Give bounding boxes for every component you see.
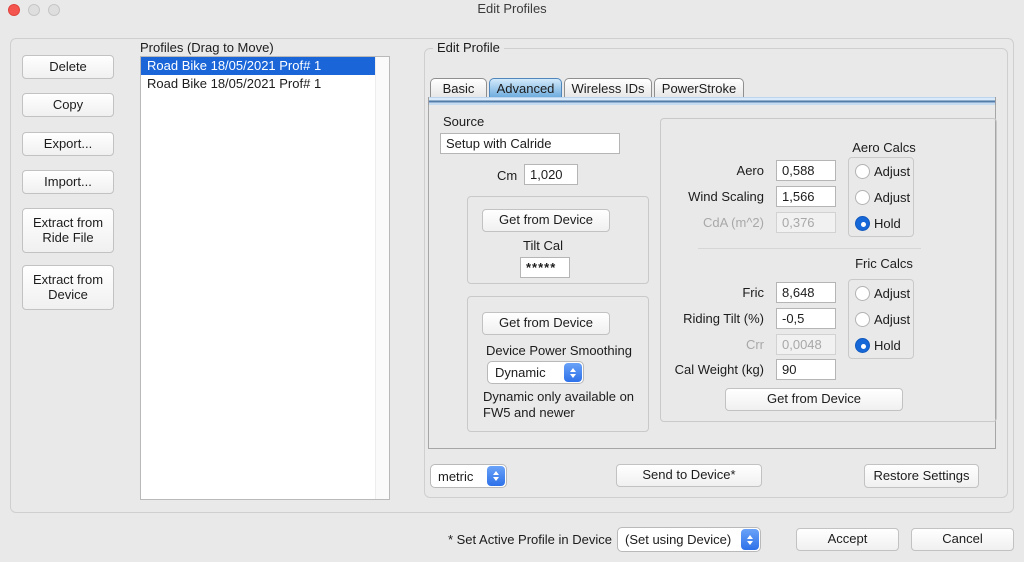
power-smoothing-group: Get from Device Device Power Smoothing D… xyxy=(467,296,649,432)
tilt-cal-label: Tilt Cal xyxy=(523,238,563,253)
cal-weight-label: Cal Weight (kg) xyxy=(674,362,764,377)
tab-wireless-ids[interactable]: Wireless IDs xyxy=(564,78,652,97)
profiles-list[interactable]: Road Bike 18/05/2021 Prof# 1 Road Bike 1… xyxy=(140,56,390,500)
set-active-profile-label: * Set Active Profile in Device xyxy=(447,532,612,547)
aero-hold-radio[interactable]: Hold xyxy=(855,216,901,231)
tab-powerstroke[interactable]: PowerStroke xyxy=(654,78,744,97)
cm-label: Cm xyxy=(497,168,518,183)
zoom-icon[interactable] xyxy=(48,4,60,16)
aero-adjust-radio-1[interactable]: Adjust xyxy=(855,164,910,179)
tab-advanced[interactable]: Advanced xyxy=(489,78,562,97)
power-smoothing-value: Dynamic xyxy=(495,365,546,380)
aero-label: Aero xyxy=(736,163,764,178)
restore-settings-button[interactable]: Restore Settings xyxy=(864,464,979,488)
edit-profile-group-label: Edit Profile xyxy=(433,40,504,55)
get-from-device-button-smoothing[interactable]: Get from Device xyxy=(482,312,610,335)
cda-label: CdA (m^2) xyxy=(702,215,764,230)
wind-scaling-field[interactable]: 1,566 xyxy=(776,186,836,207)
fric-adjust-radio-1[interactable]: Adjust xyxy=(855,286,910,301)
set-active-profile-dropdown[interactable]: (Set using Device) xyxy=(617,527,761,552)
tilt-cal-group: Get from Device Tilt Cal ***** xyxy=(467,196,649,284)
crr-label: Crr xyxy=(745,337,764,352)
radio-icon[interactable] xyxy=(855,164,870,179)
extract-from-ride-file-button[interactable]: Extract from Ride File xyxy=(22,208,114,253)
import-button[interactable]: Import... xyxy=(22,170,114,194)
accept-button[interactable]: Accept xyxy=(796,528,899,551)
profiles-scrollbar[interactable] xyxy=(375,57,389,499)
aero-adjust-radio-2[interactable]: Adjust xyxy=(855,190,910,205)
tab-strip xyxy=(428,97,996,105)
units-dropdown[interactable]: metric xyxy=(430,464,507,488)
send-to-device-button[interactable]: Send to Device* xyxy=(616,464,762,487)
calcs-panel: Aero Calcs Aero 0,588 Wind Scaling 1,566… xyxy=(660,118,997,422)
fric-calcs-title: Fric Calcs xyxy=(855,256,913,271)
cal-weight-field[interactable]: 90 xyxy=(776,359,836,380)
fric-adjust-radio-2[interactable]: Adjust xyxy=(855,312,910,327)
radio-icon[interactable] xyxy=(855,286,870,301)
riding-tilt-label: Riding Tilt (%) xyxy=(683,311,764,326)
section-divider xyxy=(698,248,921,249)
list-item[interactable]: Road Bike 18/05/2021 Prof# 1 xyxy=(141,75,375,93)
wind-scaling-label: Wind Scaling xyxy=(688,189,764,204)
stepper-icon xyxy=(564,363,582,382)
riding-tilt-field[interactable]: -0,5 xyxy=(776,308,836,329)
aero-field[interactable]: 0,588 xyxy=(776,160,836,181)
power-smoothing-dropdown[interactable]: Dynamic xyxy=(487,361,584,384)
get-from-device-button-tilt[interactable]: Get from Device xyxy=(482,209,610,232)
stepper-icon xyxy=(487,466,505,486)
tab-basic[interactable]: Basic xyxy=(430,78,487,97)
cm-field[interactable]: 1,020 xyxy=(524,164,578,185)
radio-selected-icon[interactable] xyxy=(855,216,870,231)
cancel-button[interactable]: Cancel xyxy=(911,528,1014,551)
radio-icon[interactable] xyxy=(855,312,870,327)
window-title: Edit Profiles xyxy=(477,1,547,16)
profiles-list-label: Profiles (Drag to Move) xyxy=(140,40,274,55)
fric-hold-radio[interactable]: Hold xyxy=(855,338,901,353)
close-icon[interactable] xyxy=(8,4,20,16)
aero-calcs-title: Aero Calcs xyxy=(852,140,916,155)
fric-calcs-radio-group: Adjust Adjust Hold xyxy=(848,279,914,359)
export-button[interactable]: Export... xyxy=(22,132,114,156)
set-active-profile-value: (Set using Device) xyxy=(625,532,732,547)
crr-field: 0,0048 xyxy=(776,334,836,355)
source-label: Source xyxy=(443,114,485,129)
cda-field: 0,376 xyxy=(776,212,836,233)
radio-icon[interactable] xyxy=(855,190,870,205)
get-from-device-button-calcs[interactable]: Get from Device xyxy=(725,388,903,411)
units-value: metric xyxy=(438,468,474,484)
stepper-icon xyxy=(741,529,759,550)
device-power-smoothing-label: Device Power Smoothing xyxy=(486,343,632,358)
fric-field[interactable]: 8,648 xyxy=(776,282,836,303)
aero-calcs-radio-group: Adjust Adjust Hold xyxy=(848,157,914,237)
fric-label: Fric xyxy=(742,285,764,300)
extract-from-device-button[interactable]: Extract from Device xyxy=(22,265,114,310)
copy-button[interactable]: Copy xyxy=(22,93,114,117)
source-field[interactable]: Setup with Calride xyxy=(440,133,620,154)
tilt-cal-field[interactable]: ***** xyxy=(520,257,570,278)
minimize-icon[interactable] xyxy=(28,4,40,16)
list-item[interactable]: Road Bike 18/05/2021 Prof# 1 xyxy=(141,57,375,75)
radio-selected-icon[interactable] xyxy=(855,338,870,353)
delete-button[interactable]: Delete xyxy=(22,55,114,79)
title-bar: Edit Profiles xyxy=(0,0,1024,19)
smoothing-note: Dynamic only available on FW5 and newer xyxy=(483,389,635,420)
